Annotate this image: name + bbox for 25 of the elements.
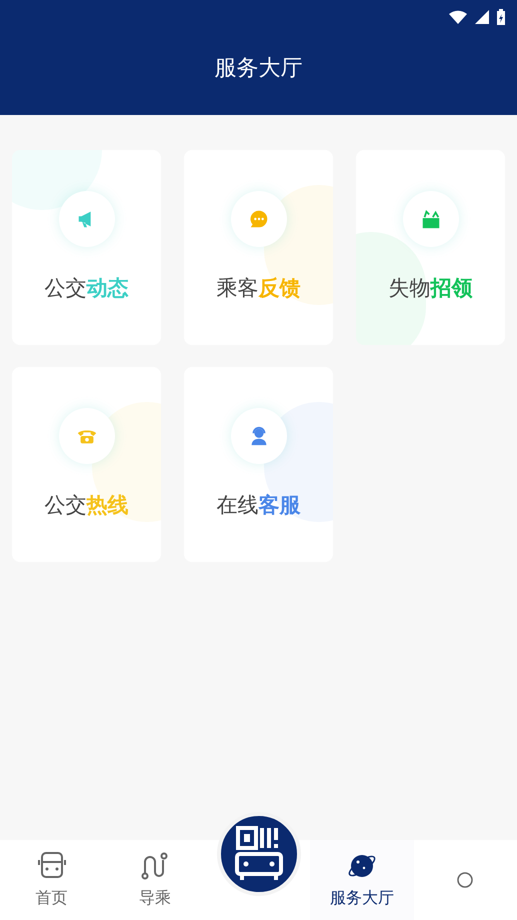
tab-item[interactable]: 导乘 [103, 840, 207, 920]
service-label-highlight: 招领 [430, 275, 472, 302]
wifi-icon [449, 10, 467, 24]
service-label-highlight: 客服 [258, 492, 300, 519]
circle-icon [456, 871, 474, 889]
service-label: 公交 [44, 275, 86, 302]
service-card[interactable]: 在线客服 [184, 367, 333, 562]
qr-bus-icon [234, 826, 284, 882]
service-card[interactable]: 公交动态 [12, 150, 161, 345]
page-title: 服务大厅 [214, 55, 302, 83]
service-label-highlight: 动态 [86, 275, 128, 302]
tab-item[interactable]: 首页 [0, 840, 104, 920]
battery-icon [497, 9, 505, 25]
service-label: 在线 [216, 492, 258, 519]
tab-item[interactable]: 服务大厅 [310, 840, 414, 920]
service-label: 公交 [44, 492, 86, 519]
service-label: 失物 [388, 275, 430, 302]
service-card[interactable]: 乘客反馈 [184, 150, 333, 345]
service-card[interactable]: 失物招领 [356, 150, 505, 345]
service-label-highlight: 反馈 [258, 275, 300, 302]
service-label-highlight: 热线 [86, 492, 128, 519]
signal-icon [475, 10, 489, 24]
service-card[interactable]: 公交热线 [12, 367, 161, 562]
chat-bubble-icon [248, 208, 270, 230]
service-label: 乘客 [216, 275, 258, 302]
